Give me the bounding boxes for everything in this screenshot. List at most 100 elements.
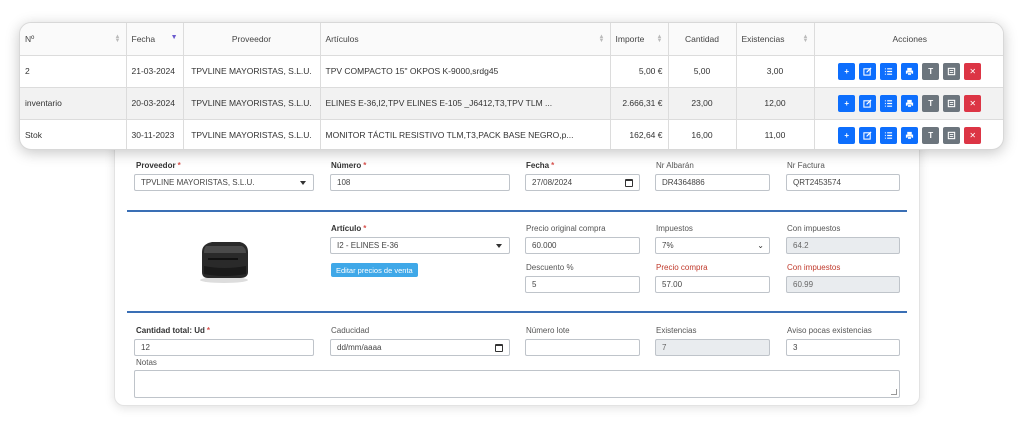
product-printer-image	[200, 242, 248, 283]
cell-existencias: 3,00	[736, 55, 815, 88]
articulo-select[interactable]: I2 - ELINES E-36	[330, 237, 510, 254]
precio-compra-input[interactable]: 57.00	[655, 276, 770, 293]
delete-icon[interactable]: ✕	[964, 126, 982, 144]
sort-icon[interactable]: ▲ ▼	[657, 34, 663, 44]
notas-label: Notas	[136, 358, 157, 367]
plus-icon[interactable]: +	[838, 62, 856, 80]
proveedor-label: Proveedor *	[136, 161, 181, 170]
cell-num: Stok	[20, 119, 127, 149]
con-impuestos-field: 64.2	[786, 237, 900, 254]
impuestos-select[interactable]: 7% ⌄	[655, 237, 770, 254]
edit-icon[interactable]	[859, 126, 877, 144]
table-header-row: Nº ▲ ▼ Fecha ▼ Proveedor Artículos ▲ ▼ Import…	[20, 23, 1003, 56]
factura-label: Nr Factura	[787, 161, 825, 170]
numero-label: Número *	[331, 161, 367, 170]
fecha-label: Fecha *	[526, 161, 555, 170]
cell-existencias: 11,00	[736, 119, 815, 149]
cantidad-input[interactable]: 12	[134, 339, 314, 356]
dropdown-caret-icon	[496, 244, 502, 248]
column-header-fecha[interactable]: Fecha ▼	[126, 23, 184, 56]
document-icon[interactable]	[943, 62, 961, 80]
t-icon[interactable]: T	[922, 94, 940, 112]
cell-acciones: + T ✕	[814, 55, 1003, 88]
purchases-table: Nº ▲ ▼ Fecha ▼ Proveedor Artículos ▲ ▼ Import…	[20, 23, 1003, 149]
articulo-label: Artículo *	[331, 224, 367, 233]
fecha-input[interactable]: 27/08/2024	[525, 174, 640, 191]
caducidad-label: Caducidad	[331, 326, 370, 335]
cantidad-label: Cantidad total: Ud *	[136, 326, 211, 335]
cell-articulos: MONITOR TÁCTIL RESISTIVO TLM,T3,PACK BAS…	[320, 119, 611, 149]
table-row[interactable]: Stok 30-11-2023 TPVLINE MAYORISTAS, S.L.…	[20, 119, 1003, 149]
list-icon[interactable]	[880, 62, 898, 80]
con-impuestos-compra-field: 60.99	[786, 276, 900, 293]
proveedor-select[interactable]: TPVLINE MAYORISTAS, S.L.U.	[134, 174, 314, 191]
cell-acciones: + T ✕	[814, 119, 1003, 149]
cell-articulos: ELINES E-36,I2,TPV ELINES E-105 _J6412,T…	[320, 87, 611, 120]
list-icon[interactable]	[880, 94, 898, 112]
column-header-cantidad[interactable]: Cantidad	[668, 23, 737, 56]
cell-importe: 5,00 €	[610, 55, 669, 88]
table-row[interactable]: inventario 20-03-2024 TPVLINE MAYORISTAS…	[20, 87, 1003, 120]
descuento-label: Descuento %	[526, 263, 574, 272]
cell-proveedor: TPVLINE MAYORISTAS, S.L.U.	[183, 87, 321, 120]
section-divider	[127, 311, 907, 313]
impuestos-label: Impuestos	[656, 224, 693, 233]
edit-sale-prices-button[interactable]: Editar precios de venta	[331, 263, 418, 277]
cell-fecha: 21-03-2024	[126, 55, 184, 88]
column-header-acciones: Acciones	[814, 23, 1003, 56]
dropdown-caret-icon	[300, 181, 306, 185]
column-header-importe[interactable]: Importe ▲ ▼	[610, 23, 669, 56]
con-impuestos-compra-label: Con impuestos	[787, 263, 841, 272]
edit-icon[interactable]	[859, 94, 877, 112]
calendar-icon[interactable]	[625, 179, 633, 187]
existencias-label: Existencias	[656, 326, 697, 335]
list-icon[interactable]	[880, 126, 898, 144]
column-header-proveedor[interactable]: Proveedor	[183, 23, 321, 56]
calendar-icon[interactable]	[495, 344, 503, 352]
print-icon[interactable]	[901, 126, 919, 144]
descuento-input[interactable]: 5	[525, 276, 640, 293]
print-icon[interactable]	[901, 62, 919, 80]
plus-icon[interactable]: +	[838, 126, 856, 144]
sort-icon[interactable]: ▲ ▼	[803, 34, 809, 44]
precio-compra-label: Precio compra	[656, 263, 708, 272]
cell-importe: 162,64 €	[610, 119, 669, 149]
cell-acciones: + T ✕	[814, 87, 1003, 120]
t-icon[interactable]: T	[922, 126, 940, 144]
numero-input[interactable]: 108	[330, 174, 510, 191]
table-row[interactable]: 2 21-03-2024 TPVLINE MAYORISTAS, S.L.U. …	[20, 55, 1003, 88]
cell-cantidad: 23,00	[668, 87, 737, 120]
plus-icon[interactable]: +	[838, 94, 856, 112]
lote-input[interactable]	[525, 339, 640, 356]
precio-original-input[interactable]: 60.000	[525, 237, 640, 254]
delete-icon[interactable]: ✕	[964, 94, 982, 112]
factura-input[interactable]: QRT2453574	[786, 174, 900, 191]
albaran-input[interactable]: DR4364886	[655, 174, 770, 191]
edit-icon[interactable]	[859, 62, 877, 80]
section-divider	[127, 210, 907, 212]
cell-cantidad: 16,00	[668, 119, 737, 149]
con-impuestos-label: Con impuestos	[787, 224, 841, 233]
sort-icon[interactable]: ▲ ▼	[115, 34, 121, 44]
cell-fecha: 30-11-2023	[126, 119, 184, 149]
cell-articulos: TPV COMPACTO 15" OKPOS K-9000,srdg45	[320, 55, 611, 88]
sort-icon[interactable]: ▲ ▼	[599, 34, 605, 44]
sort-desc-icon[interactable]: ▼	[171, 34, 178, 41]
purchases-table-card: Nº ▲ ▼ Fecha ▼ Proveedor Artículos ▲ ▼ Import…	[19, 22, 1004, 150]
column-header-num[interactable]: Nº ▲ ▼	[20, 23, 127, 56]
delete-icon[interactable]: ✕	[964, 62, 982, 80]
precio-original-label: Precio original compra	[526, 224, 606, 233]
document-icon[interactable]	[943, 94, 961, 112]
print-icon[interactable]	[901, 94, 919, 112]
resize-handle-icon[interactable]	[891, 389, 897, 395]
column-header-articulos[interactable]: Artículos ▲ ▼	[320, 23, 611, 56]
existencias-field: 7	[655, 339, 770, 356]
cell-existencias: 12,00	[736, 87, 815, 120]
document-icon[interactable]	[943, 126, 961, 144]
column-header-existencias[interactable]: Existencias ▲ ▼	[736, 23, 815, 56]
t-icon[interactable]: T	[922, 62, 940, 80]
lote-label: Número lote	[526, 326, 570, 335]
aviso-input[interactable]: 3	[786, 339, 900, 356]
caducidad-input[interactable]: dd/mm/aaaa	[330, 339, 510, 356]
notas-textarea[interactable]	[134, 370, 900, 398]
